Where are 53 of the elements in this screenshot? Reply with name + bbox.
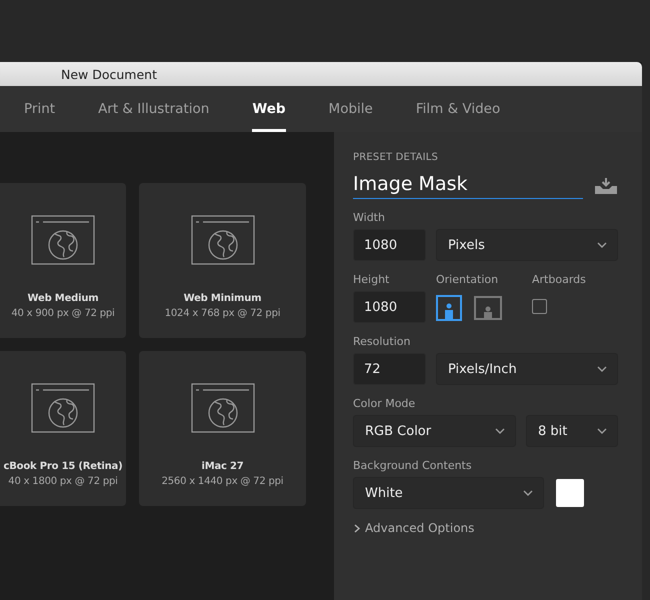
chevron-icon <box>353 524 361 532</box>
preset-card[interactable]: iMac 27 2560 x 1440 px @ 72 ppi <box>139 351 306 506</box>
person-icon <box>481 306 495 318</box>
window-title: New Document <box>61 66 157 82</box>
advanced-options-toggle[interactable]: Advanced Options <box>353 521 618 535</box>
preset-size: 1024 x 768 px @ 72 ppi <box>164 308 280 319</box>
preset-name-field[interactable]: Image Mask <box>353 173 583 199</box>
bit-depth-dropdown[interactable]: 8 bit <box>526 415 618 447</box>
preset-name: cBook Pro 15 (Retina) <box>4 461 122 472</box>
preset-size: 40 x 900 px @ 72 ppi <box>11 308 115 319</box>
chevron-down-icon <box>597 242 607 248</box>
portrait-orientation-button[interactable] <box>436 295 462 321</box>
field-label: Artboards <box>532 273 586 286</box>
chevron-down-icon <box>597 428 607 434</box>
landscape-orientation-button[interactable] <box>474 296 502 320</box>
preset-card[interactable]: Web Minimum 1024 x 768 px @ 72 ppi <box>139 183 306 338</box>
browser-globe-icon <box>31 383 95 433</box>
chevron-down-icon <box>597 366 607 372</box>
height-field[interactable]: 1080 <box>353 291 426 323</box>
save-preset-icon[interactable] <box>595 178 617 194</box>
preset-size: 40 x 1800 px @ 72 ppi <box>8 476 118 487</box>
chevron-down-icon <box>523 490 533 496</box>
person-icon <box>444 303 454 319</box>
preset-card[interactable]: cBook Pro 15 (Retina) 40 x 1800 px @ 72 ppi <box>0 351 126 506</box>
field-label: Height <box>353 273 390 286</box>
category-tab[interactable]: Art & Illustration <box>98 86 210 132</box>
browser-globe-icon <box>31 215 95 265</box>
field-label: Background Contents <box>353 459 473 472</box>
section-heading: PRESET DETAILS <box>353 152 440 163</box>
chevron-down-icon <box>495 428 505 434</box>
category-tab[interactable]: Mobile <box>328 86 373 132</box>
field-label: Color Mode <box>353 397 416 410</box>
color-swatch[interactable] <box>556 479 584 507</box>
browser-globe-icon <box>190 215 254 265</box>
resolution-field[interactable]: 72 <box>353 353 426 385</box>
artboards-checkbox[interactable] <box>532 299 547 314</box>
category-tab[interactable]: Web <box>252 86 286 132</box>
unit-dropdown[interactable]: Pixels <box>436 229 618 261</box>
preset-name: Web Minimum <box>184 293 262 304</box>
background-dropdown[interactable]: White <box>353 477 544 509</box>
field-label: Orientation <box>436 273 500 286</box>
field-label: Width <box>353 211 386 224</box>
color-mode-dropdown[interactable]: RGB Color <box>353 415 516 447</box>
category-tab[interactable]: Film & Video <box>416 86 500 132</box>
browser-globe-icon <box>190 383 254 433</box>
width-field[interactable]: 1080 <box>353 229 426 261</box>
preset-name: iMac 27 <box>201 461 244 472</box>
resolution-unit-dropdown[interactable]: Pixels/Inch <box>436 353 618 385</box>
field-label: Resolution <box>353 335 412 348</box>
preset-card[interactable]: Web Medium 40 x 900 px @ 72 ppi <box>0 183 126 338</box>
preset-size: 2560 x 1440 px @ 72 ppi <box>162 476 284 487</box>
preset-name: Web Medium <box>28 293 98 304</box>
category-tab[interactable]: Print <box>24 86 56 132</box>
